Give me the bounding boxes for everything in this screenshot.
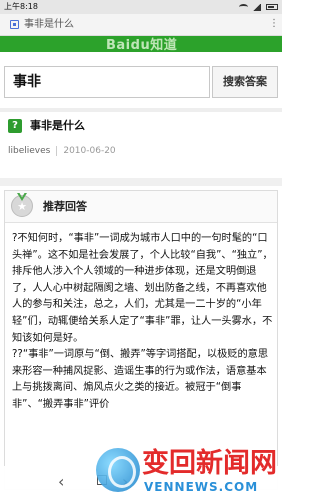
- brand-logo[interactable]: Baidu知道: [106, 36, 177, 52]
- recommended-badge-icon: ★: [11, 195, 33, 217]
- question-date: 2010-06-20: [63, 146, 116, 156]
- answer-paragraph: ?不知何时，“事非”一词成为城市人口中的一句时髦的“口头禅”。这不如是社会发展了…: [12, 233, 273, 344]
- battery-icon: [266, 4, 278, 10]
- favicon-icon: [10, 20, 19, 29]
- meta-separator: [56, 146, 58, 156]
- answer-header: ★ 推荐回答: [5, 191, 277, 223]
- question-author[interactable]: libelieves: [8, 145, 50, 157]
- back-icon[interactable]: ‹: [58, 472, 64, 492]
- question-meta: libelieves 2010-06-20: [8, 145, 116, 157]
- brand-header: Baidu知道: [0, 36, 282, 52]
- search-input[interactable]: 事非: [4, 66, 210, 98]
- signal-icon: [253, 3, 261, 11]
- recommended-answer: ★ 推荐回答 ?不知何时，“事非”一词成为城市人口中的一句时髦的“口头禅”。这不…: [4, 190, 278, 490]
- search-answers-button[interactable]: 搜索答案: [212, 66, 278, 98]
- section-divider: [0, 178, 282, 186]
- status-icons: [239, 0, 278, 14]
- wifi-icon: [239, 4, 248, 10]
- status-bar: 上午8:18: [0, 0, 282, 14]
- question-icon: ?: [8, 119, 22, 133]
- browser-url-bar[interactable]: 事非是什么 ⋮: [0, 14, 282, 36]
- question-title: 事非是什么: [30, 119, 85, 132]
- menu-dots-icon[interactable]: ⋮: [269, 18, 279, 30]
- answer-paragraph: ??“事非”一词原与“倒、搬弄”等字词搭配，以极贬的意思来形容一种捕风捉影、造谣…: [12, 349, 269, 410]
- star-icon: ★: [17, 200, 27, 213]
- search-query: 事非: [13, 74, 41, 90]
- answer-body: ?不知何时，“事非”一词成为城市人口中的一句时髦的“口头禅”。这不如是社会发展了…: [12, 231, 274, 414]
- tab-title[interactable]: 事非是什么: [24, 18, 74, 32]
- search-row: 事非 搜索答案: [0, 52, 282, 108]
- answer-header-label: 推荐回答: [43, 200, 87, 213]
- forward-icon[interactable]: ›: [122, 472, 128, 492]
- home-icon[interactable]: [97, 475, 107, 485]
- status-time: 上午8:18: [4, 2, 38, 11]
- question-card: ? 事非是什么 libelieves 2010-06-20: [0, 112, 282, 178]
- bottom-nav: ‹ ›: [0, 466, 282, 500]
